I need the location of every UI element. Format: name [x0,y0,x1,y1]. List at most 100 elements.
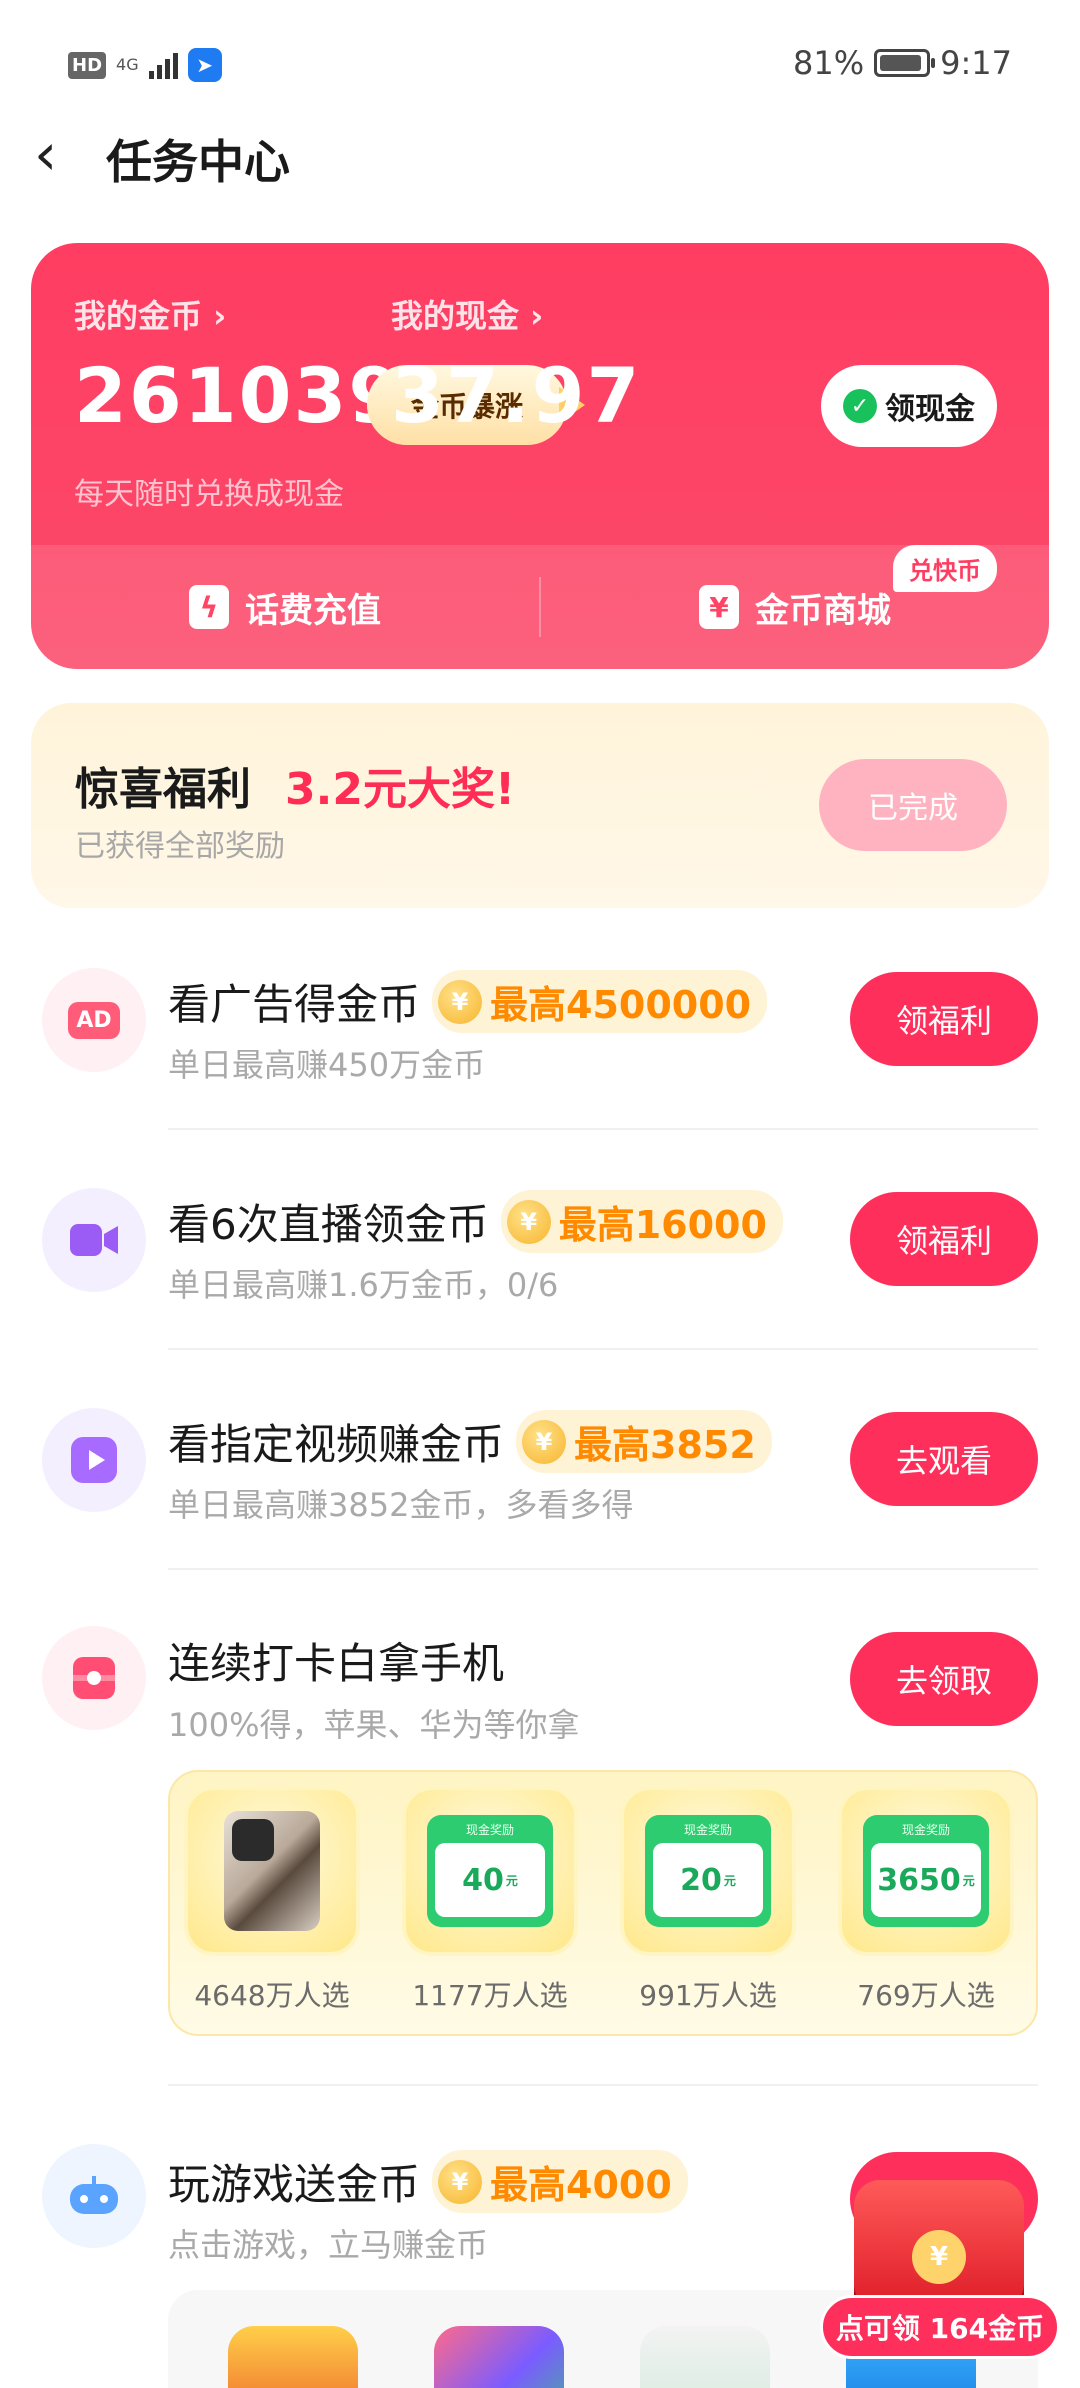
video-play-icon [42,1408,146,1512]
cash-card-title: 现金奖励 [465,1823,514,1837]
task-title: 看6次直播领金币 ¥ 最高16000 [168,1190,783,1253]
cash-amount: 3650 [877,1862,961,1898]
prize-box: 现金奖励 3650 元 [838,1786,1014,1956]
task-title: 连续打卡白拿手机 [168,1630,504,1691]
phone-recharge-label: 话费充值 [245,590,381,631]
battery-level [880,55,921,71]
coins-value: 261039 [74,351,404,440]
completed-button[interactable]: 已完成 [819,759,1007,851]
yen-ticket-icon: ¥ [699,585,739,629]
prize-item[interactable]: 现金奖励 3650 元 769万人选 [838,1786,1014,2014]
reward-text: 最高3852 [574,1423,756,1467]
cash-value: 37.97 [391,351,642,440]
wallet-subtitle: 每天随时兑换成现金 [74,477,344,512]
my-cash-label: 我的现金 [391,297,520,335]
cash-card-body: 40 元 [435,1843,545,1917]
prize-label: 769万人选 [857,1979,995,2012]
hd-icon: HD [68,51,107,79]
divider [168,1128,1038,1130]
cash-unit: 元 [505,1873,518,1888]
task-subtitle: 100%得，苹果、华为等你拿 [168,1706,580,1744]
game-icon-mahjong[interactable] [640,2326,770,2388]
app-header: ‹ 任务中心 [0,120,1080,190]
task-subtitle: 单日最高赚3852金币，多看多得 [168,1486,634,1524]
task-subtitle: 点击游戏，立马赚金币 [168,2226,489,2264]
ad-icon: AD [42,968,146,1072]
floating-promo-label: 点可领 164金币 [820,2295,1060,2359]
surprise-title: 惊喜福利 [75,764,251,815]
surprise-subtitle: 已获得全部奖励 [75,829,285,864]
my-coins-link[interactable]: 我的金币 › [74,291,226,337]
task-title-text: 玩游戏送金币 [168,2160,421,2209]
task-title-text: 看指定视频赚金币 [168,1420,505,1469]
page-title: 任务中心 [106,135,290,189]
prize-label: 1177万人选 [412,1979,568,2012]
battery-percent: 81% [793,44,865,82]
check-icon: ✓ [843,389,877,423]
gamepad-icon [42,2144,146,2248]
network-type: 4G [116,55,139,74]
floating-coin-promo[interactable]: ¥ 点可领 164金币 [820,2160,1060,2388]
cash-amount: 40 [462,1862,504,1898]
game-icon-gems[interactable] [434,2326,564,2388]
prize-label: 991万人选 [639,1979,777,2012]
reward-badge: ¥ 最高3852 [516,1410,772,1473]
reward-badge: ¥ 最高16000 [500,1190,783,1253]
app-notification-icon: ➤ [187,48,222,82]
coin-icon: ¥ [522,1419,567,1464]
withdraw-cash-button[interactable]: ✓ 领现金 [821,365,997,447]
status-left: HD 4G ➤ [68,48,222,82]
divider [168,1568,1038,1570]
task-subtitle: 单日最高赚1.6万金币，0/6 [168,1266,559,1304]
prize-item[interactable]: 4648万人选 [184,1786,360,2014]
phone-recharge-button[interactable]: ϟ 话费充值 [31,545,539,669]
claim-benefit-button[interactable]: 领福利 [850,972,1038,1066]
coin-knob-icon: ¥ [912,2230,966,2284]
status-bar: HD 4G ➤ 81% 9:17 [0,0,1080,130]
cash-card-body: 20 元 [653,1843,763,1917]
my-cash-link[interactable]: 我的现金 › [391,291,543,337]
task-title-text: 看6次直播领金币 [168,1200,489,1249]
coin-icon: ¥ [438,2159,483,2204]
cash-unit: 元 [962,1873,975,1888]
task-subtitle: 单日最高赚450万金币 [168,1046,486,1084]
reward-text: 最高4500000 [490,983,752,1027]
surprise-prize: 3.2元大奖! [285,764,516,815]
watch-button[interactable]: 去观看 [850,1412,1038,1506]
reward-badge: ¥ 最高4500000 [432,970,768,1033]
my-coins-label: 我的金币 [74,297,203,335]
cash-card-title: 现金奖励 [901,1823,950,1837]
gift-box-icon [42,1626,146,1730]
chevron-right-icon: › [530,297,544,335]
game-icon-landlord[interactable] [228,2326,358,2388]
chevron-right-icon: › [213,297,227,335]
cash-card-body: 3650 元 [871,1843,981,1917]
back-arrow-icon[interactable]: ‹ [34,125,74,186]
cash-amount: 20 [680,1862,722,1898]
cash-card: 现金奖励 3650 元 [863,1815,989,1927]
reward-badge: ¥ 最高4000 [432,2150,688,2213]
live-camera-icon [42,1188,146,1292]
coin-mall-label: 金币商城 [755,590,891,631]
cash-unit: 元 [723,1873,736,1888]
phone-image [224,1811,320,1931]
task-title: 看指定视频赚金币 ¥ 最高3852 [168,1410,772,1473]
divider [168,2084,1038,2086]
task-title-text: 看广告得金币 [168,980,421,1029]
reward-text: 最高16000 [558,1203,767,1247]
prize-item[interactable]: 现金奖励 20 元 991万人选 [620,1786,796,2014]
coin-icon: ¥ [438,979,483,1024]
clock: 9:17 [940,44,1012,82]
claim-button[interactable]: 去领取 [850,1632,1038,1726]
exchange-tag: 兑快币 [893,545,997,592]
lightning-icon: ϟ [189,585,229,629]
prize-box [184,1786,360,1956]
task-title: 看广告得金币 ¥ 最高4500000 [168,970,768,1033]
task-title-text: 连续打卡白拿手机 [168,1639,505,1688]
cash-card-title: 现金奖励 [683,1823,732,1837]
check-in-prizes: 4648万人选 现金奖励 40 元 1177万人选 现金奖励 20 元 991万人选… [168,1770,1038,2036]
divider [168,1348,1038,1350]
cash-card: 现金奖励 20 元 [645,1815,771,1927]
prize-item[interactable]: 现金奖励 40 元 1177万人选 [402,1786,578,2014]
claim-benefit-button[interactable]: 领福利 [850,1192,1038,1286]
